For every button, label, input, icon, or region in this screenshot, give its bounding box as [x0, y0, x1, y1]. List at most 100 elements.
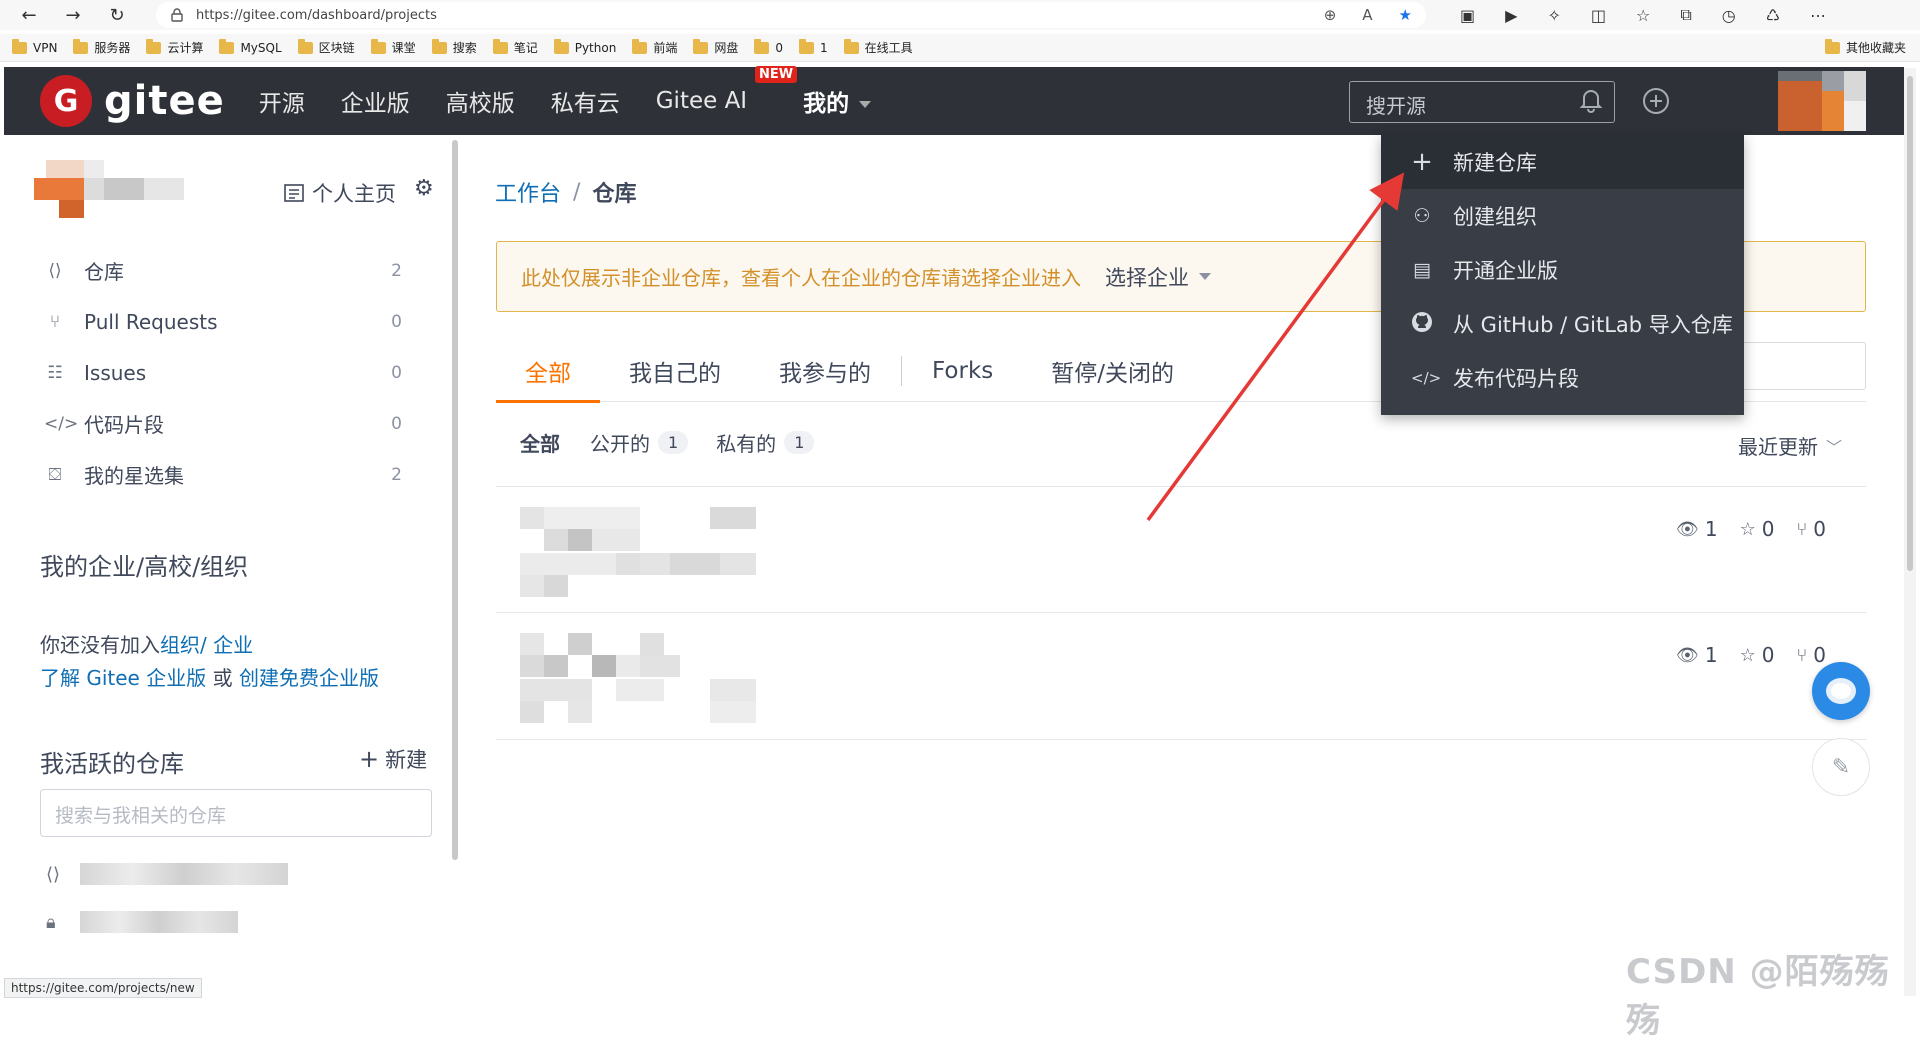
- sidebar-item-repos[interactable]: ⟨⟩ 仓库 2: [44, 245, 430, 296]
- nav-mine[interactable]: 我的: [803, 84, 872, 118]
- refresh-icon[interactable]: ↻: [102, 2, 132, 28]
- bookmark-online-tools[interactable]: 在线工具: [843, 38, 913, 56]
- fork-icon: ⑂: [1796, 644, 1808, 666]
- play-icon[interactable]: ▶: [1505, 6, 1517, 25]
- watch-count[interactable]: 👁︎ 1: [1676, 517, 1718, 541]
- add-circle-icon[interactable]: [1642, 87, 1670, 115]
- bookmark-blockchain[interactable]: 区块链: [297, 38, 355, 56]
- folder-icon: [754, 38, 770, 54]
- bookmark-cloud[interactable]: 云计算: [146, 38, 203, 56]
- sidebar-item-label: Pull Requests: [84, 309, 218, 334]
- feedback-button[interactable]: ✎: [1812, 738, 1870, 796]
- tab-mine[interactable]: 我自己的: [600, 340, 750, 402]
- repo-filter-input[interactable]: [1740, 342, 1866, 390]
- sidebar-item-count: 0: [391, 311, 402, 332]
- bookmark-class[interactable]: 课堂: [370, 38, 416, 56]
- back-icon[interactable]: ←: [14, 2, 44, 28]
- watch-count[interactable]: 👁︎ 1: [1676, 643, 1718, 667]
- filter-private[interactable]: 私有的 1: [716, 428, 815, 457]
- bookmark-0[interactable]: 0: [754, 38, 783, 55]
- zoom-icon[interactable]: ⊕: [1324, 6, 1337, 24]
- menu-item-publish-snippet[interactable]: </> 发布代码片段: [1381, 351, 1744, 405]
- menu-item-import-repo[interactable]: 从 GitHub / GitLab 导入仓库: [1381, 297, 1744, 351]
- bookmark-search[interactable]: 搜索: [431, 38, 477, 56]
- bookmark-mysql[interactable]: MySQL: [219, 38, 282, 55]
- menu-item-enterprise[interactable]: ▤ 开通企业版: [1381, 243, 1744, 297]
- address-bar[interactable]: https://gitee.com/dashboard/projects ⊕ A…: [156, 2, 1426, 28]
- star-count[interactable]: ☆ 0: [1740, 643, 1775, 667]
- org-section-title: 我的企业/高校/组织: [40, 553, 249, 581]
- homepage-link[interactable]: 个人主页: [284, 178, 396, 208]
- more-icon[interactable]: ⋯: [1810, 6, 1826, 25]
- filter-all[interactable]: 全部: [520, 428, 560, 457]
- new-repo-link[interactable]: + 新建: [359, 744, 427, 774]
- active-repo-item[interactable]: ⟨⟩: [46, 863, 288, 885]
- sidebar-item-issues[interactable]: ☷ Issues 0: [44, 347, 430, 398]
- favorite-star-icon[interactable]: ★: [1399, 6, 1412, 24]
- enterprise-link[interactable]: / 企业: [200, 633, 253, 657]
- user-avatar[interactable]: [1778, 71, 1866, 131]
- history-icon[interactable]: ◷: [1722, 6, 1736, 25]
- gear-icon[interactable]: ⚙: [414, 176, 434, 201]
- menu-item-create-org[interactable]: ⚇ 创建组织: [1381, 189, 1744, 243]
- nav-gitee-ai[interactable]: Gitee AI NEW: [656, 66, 798, 114]
- folder-icon: [1824, 38, 1840, 54]
- extensions-icon[interactable]: ✧: [1547, 6, 1560, 25]
- star-count[interactable]: ☆ 0: [1740, 517, 1775, 541]
- url-text: https://gitee.com/dashboard/projects: [196, 7, 437, 23]
- avatar[interactable]: [34, 160, 184, 218]
- sidebar-scrollbar[interactable]: [452, 140, 458, 860]
- select-enterprise-dropdown[interactable]: 选择企业: [1105, 262, 1211, 292]
- bookmark-python[interactable]: Python: [553, 38, 616, 55]
- forward-icon[interactable]: →: [58, 2, 88, 28]
- folder-icon: [843, 38, 859, 54]
- sidebar-item-pull-requests[interactable]: ⑂ Pull Requests 0: [44, 296, 430, 347]
- gitee-logo[interactable]: G gitee: [40, 75, 225, 127]
- count-badge: 1: [658, 431, 689, 454]
- bookmark-server[interactable]: 服务器: [73, 38, 130, 56]
- tab-all[interactable]: 全部: [496, 340, 600, 403]
- bookmark-1[interactable]: 1: [799, 38, 828, 55]
- repo-info-redacted: [520, 507, 756, 597]
- nav-enterprise[interactable]: 企业版: [341, 84, 410, 118]
- scrollbar-thumb[interactable]: [1907, 76, 1913, 571]
- active-repo-item[interactable]: 🔒︎: [46, 911, 238, 933]
- bookmark-vpn[interactable]: VPN: [12, 38, 57, 55]
- fork-count[interactable]: ⑂ 0: [1796, 517, 1826, 541]
- breadcrumb-workbench[interactable]: 工作台: [495, 176, 561, 208]
- favorites-icon[interactable]: ☆: [1636, 6, 1650, 25]
- page-scrollbar[interactable]: [1904, 68, 1916, 996]
- nav-private-cloud[interactable]: 私有云: [551, 84, 620, 118]
- nav-education[interactable]: 高校版: [446, 84, 515, 118]
- sidebar-item-star-collection[interactable]: ⛋ 我的星选集 2: [44, 449, 430, 500]
- tab-closed[interactable]: 暂停/关闭的: [1022, 340, 1203, 402]
- bookmark-notes[interactable]: 笔记: [492, 38, 538, 56]
- menu-item-new-repo[interactable]: + 新建仓库: [1381, 135, 1744, 189]
- count-badge: 1: [784, 431, 815, 454]
- create-enterprise-link[interactable]: 创建免费企业版: [239, 666, 379, 690]
- performance-icon[interactable]: ♺: [1766, 6, 1780, 25]
- org-link[interactable]: 组织: [160, 633, 200, 657]
- header-search-input[interactable]: 搜开源: [1349, 81, 1615, 123]
- bookmark-other[interactable]: 其他收藏夹: [1824, 38, 1906, 56]
- fork-count[interactable]: ⑂ 0: [1796, 643, 1826, 667]
- learn-enterprise-link[interactable]: 了解 Gitee 企业版: [40, 666, 206, 690]
- collections-icon[interactable]: ⧉: [1680, 5, 1691, 25]
- customer-service-button[interactable]: [1812, 662, 1870, 720]
- repo-list-item[interactable]: 👁︎ 1 ☆ 0 ⑂ 0: [496, 612, 1866, 740]
- repo-search-input[interactable]: 搜索与我相关的仓库: [40, 789, 432, 837]
- read-aloud-icon[interactable]: A: [1362, 6, 1372, 24]
- tab-participated[interactable]: 我参与的: [750, 340, 900, 402]
- sort-dropdown[interactable]: 最近更新 ﹀: [1738, 431, 1842, 460]
- extension-translate-icon[interactable]: ▣: [1460, 6, 1475, 25]
- bookmark-frontend[interactable]: 前端: [632, 38, 677, 56]
- split-screen-icon[interactable]: ◫: [1591, 6, 1606, 25]
- bell-icon[interactable]: [1577, 87, 1605, 115]
- sidebar-item-code-snippets[interactable]: </> 代码片段 0: [44, 398, 430, 449]
- bookmark-netdisk[interactable]: 网盘: [693, 38, 738, 56]
- nav-open-source[interactable]: 开源: [259, 84, 305, 118]
- repo-list-item[interactable]: 👁︎ 1 ☆ 0 ⑂ 0: [496, 486, 1866, 613]
- filter-public[interactable]: 公开的 1: [590, 428, 689, 457]
- nav-mine-label: 我的: [803, 91, 850, 117]
- tab-forks[interactable]: Forks: [903, 340, 1022, 402]
